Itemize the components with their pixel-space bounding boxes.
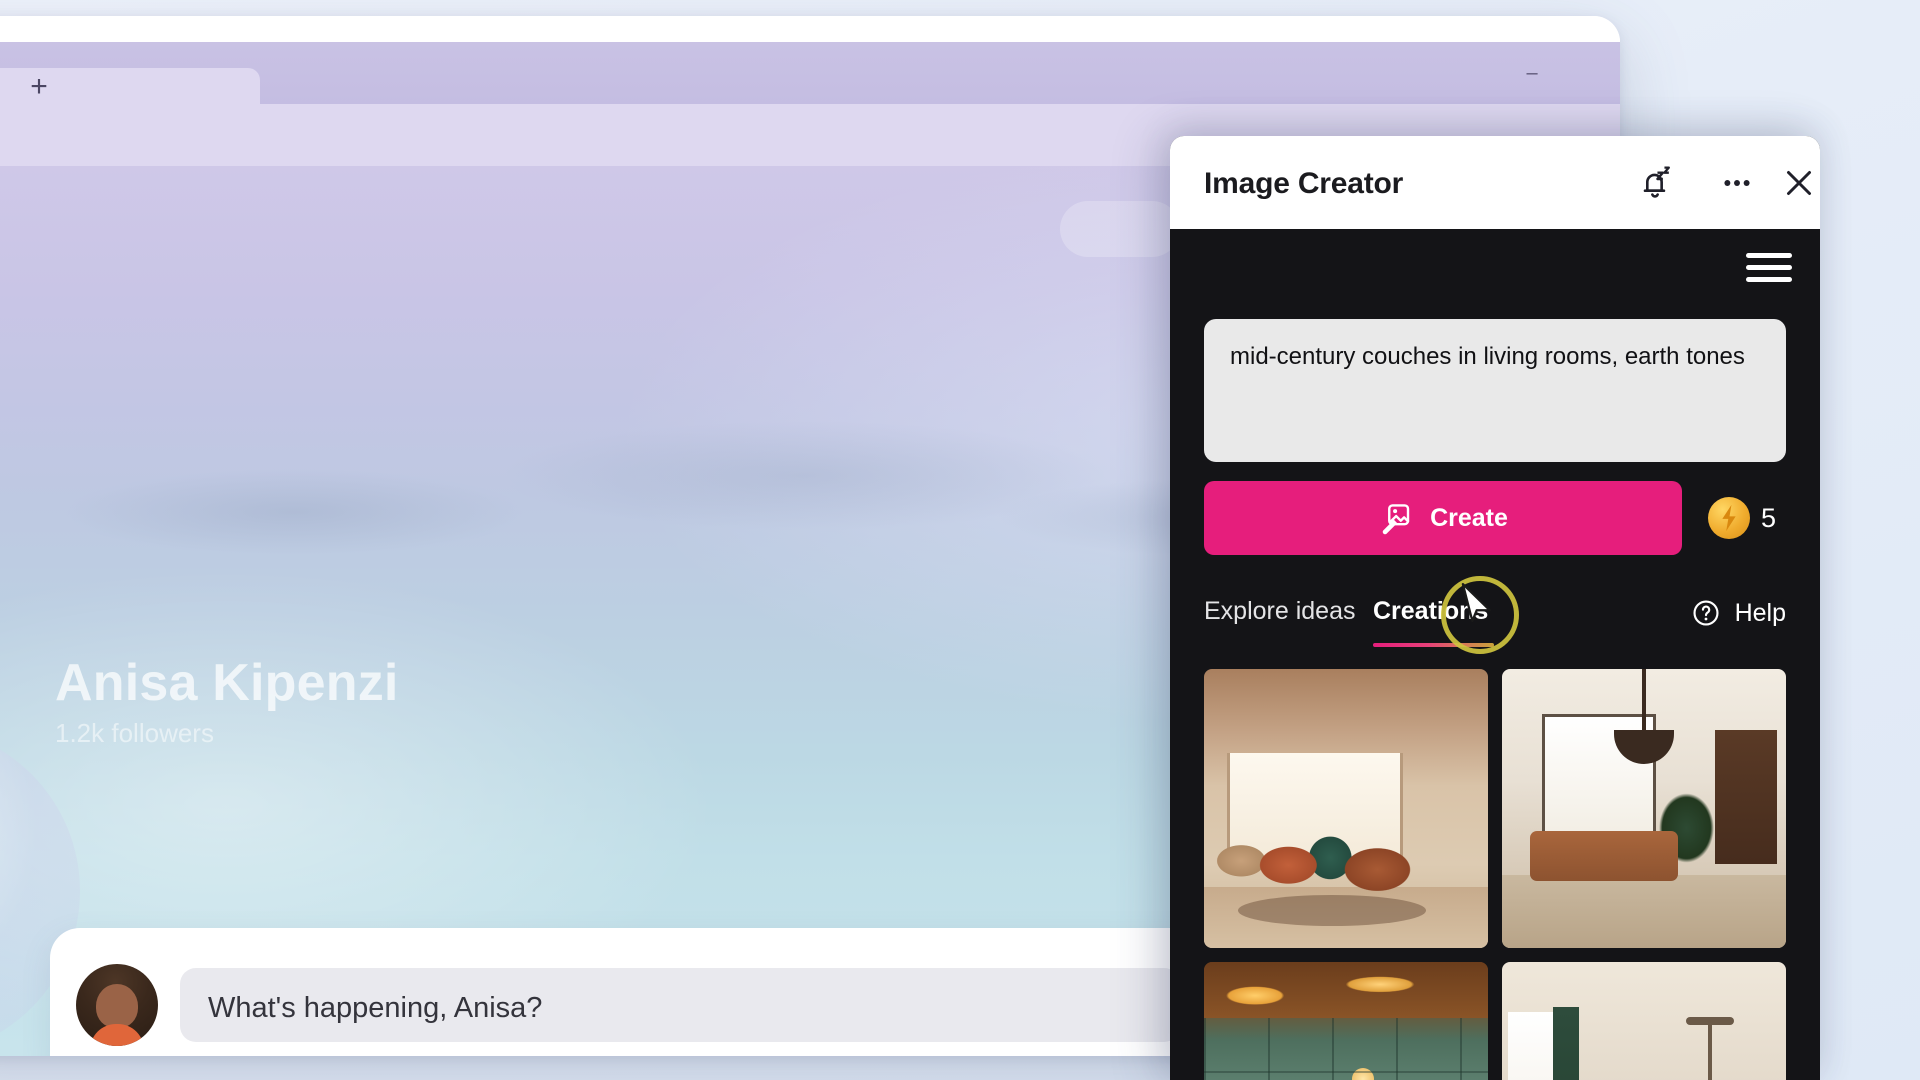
creation-thumbnail[interactable]	[1204, 962, 1488, 1080]
creation-thumbnail[interactable]	[1204, 669, 1488, 948]
panel-body: mid-century couches in living rooms, ear…	[1170, 229, 1820, 1080]
avatar	[76, 964, 158, 1046]
help-button[interactable]: Help	[1690, 597, 1786, 629]
panel-title: Image Creator	[1204, 167, 1404, 200]
tab-creations[interactable]: Creations	[1373, 597, 1488, 626]
hero-search-control[interactable]	[1060, 201, 1180, 257]
browser-tabstrip	[0, 42, 1620, 130]
composer-placeholder-text: What's happening, Anisa?	[208, 992, 543, 1024]
follower-count: 1.2k followers	[55, 718, 214, 748]
help-label: Help	[1734, 598, 1786, 627]
boost-counter[interactable]: 5	[1708, 481, 1808, 555]
panel-header: Image Creator	[1170, 136, 1820, 229]
question-circle-icon	[1693, 600, 1719, 626]
new-tab-button[interactable]: +	[24, 72, 54, 103]
create-button[interactable]: Create	[1204, 481, 1682, 555]
boost-coin-icon	[1708, 497, 1750, 539]
creations-grid	[1204, 669, 1786, 1080]
browser-titlebar	[0, 16, 1620, 42]
image-creator-panel: Image Creator mid-century couches in liv…	[1170, 136, 1820, 1080]
post-composer-card: What's happening, Anisa?	[50, 928, 1230, 1056]
image-wand-icon	[1382, 504, 1410, 535]
boost-count: 5	[1761, 502, 1777, 533]
create-button-label: Create	[1430, 503, 1508, 532]
minimize-button[interactable]: –	[1510, 63, 1554, 90]
close-icon[interactable]	[1778, 162, 1820, 204]
tab-explore-ideas[interactable]: Explore ideas	[1204, 597, 1355, 626]
tab-close-icon[interactable]: ×	[0, 74, 2, 100]
prompt-input[interactable]: mid-century couches in living rooms, ear…	[1204, 319, 1786, 462]
creation-thumbnail[interactable]	[1502, 669, 1786, 948]
tab-active-indicator	[1373, 643, 1494, 647]
more-options-icon[interactable]	[1716, 162, 1758, 204]
panel-tabs: Explore ideas Creations Help	[1170, 579, 1820, 661]
prompt-text: mid-century couches in living rooms, ear…	[1230, 343, 1745, 370]
creation-thumbnail[interactable]	[1502, 962, 1786, 1080]
page-title: Anisa Kipenzi	[55, 654, 399, 712]
hamburger-menu-icon[interactable]	[1746, 251, 1792, 285]
bell-snooze-icon[interactable]	[1634, 162, 1676, 204]
